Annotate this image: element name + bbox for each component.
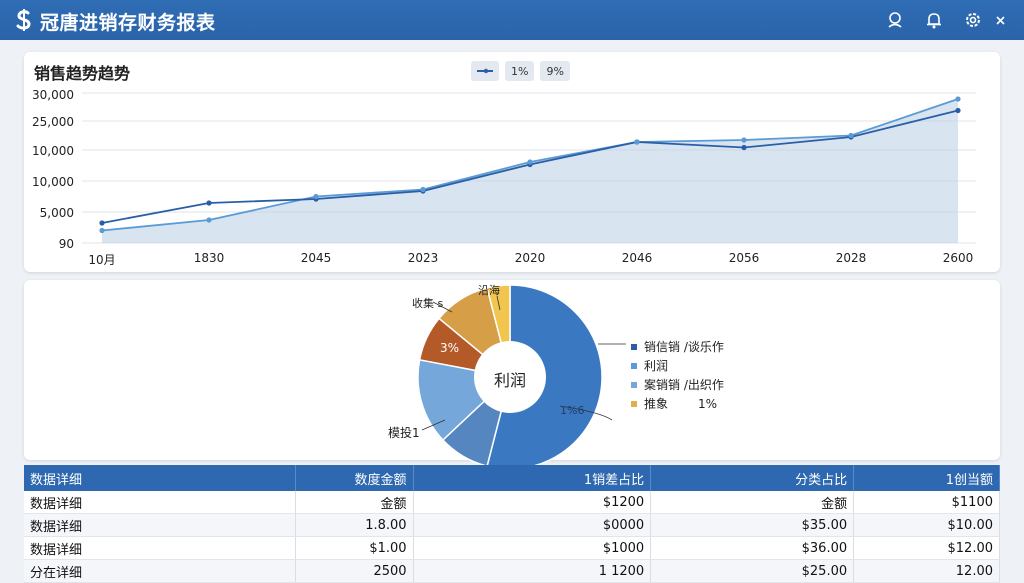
table-row[interactable]: 分在详细 2500 1 1200 $25.00 12.00 <box>24 559 1000 583</box>
legend-swatch <box>631 381 637 388</box>
table-cell: 数据详细 <box>24 513 297 537</box>
pie-legend-label: 案销销 /出织作 <box>644 378 724 392</box>
table-header-row: 数据详细 数度金额 1销差占比 分类占比 1创当额 <box>24 465 1000 491</box>
slice-label: 收集 s <box>412 296 443 310</box>
slice-label: 沿海 <box>478 283 500 297</box>
table-cell: $0000 <box>413 513 652 537</box>
column-header[interactable]: 数度金额 <box>295 465 414 491</box>
table-cell: $1.00 <box>295 536 414 560</box>
legend-swatch <box>631 343 637 350</box>
pie-legend-item[interactable]: 推象 1% <box>631 395 717 412</box>
table-cell: 1 1200 <box>413 559 652 583</box>
table-cell: $36.00 <box>650 536 855 560</box>
table-cell: $1000 <box>413 536 652 560</box>
table-cell: 分在详细 <box>24 559 297 583</box>
table-cell: $1200 <box>413 491 652 514</box>
pie-legend-label: 利润 <box>644 359 669 373</box>
table-row[interactable]: 数据详细 $1.00 $1000 $36.00 $12.00 <box>24 536 1000 560</box>
table-cell: $10.00 <box>853 513 1000 537</box>
pie-legend-label: 推象 <box>644 397 669 411</box>
pie-legend-item[interactable]: 案销销 /出织作 <box>631 376 724 393</box>
legend-swatch <box>631 362 637 369</box>
data-table: 数据详细 数度金额 1销差占比 分类占比 1创当额 数据详细 金额 $1200 … <box>24 465 1000 583</box>
table-cell: 金额 <box>650 491 855 514</box>
pie-center-label: 利润 <box>494 371 526 390</box>
column-header[interactable]: 1销差占比 <box>413 465 652 491</box>
column-header[interactable]: 数据详细 <box>24 465 297 491</box>
slice-label: 模投1 <box>388 425 420 440</box>
table-cell: 2500 <box>295 559 414 583</box>
table-cell: 数据详细 <box>24 536 297 560</box>
pie-legend-value: 1% <box>698 396 718 411</box>
slice-label: 3% <box>440 341 459 355</box>
legend-swatch <box>631 400 637 407</box>
table-cell: 金额 <box>295 491 414 514</box>
pie-legend-item[interactable]: 销信销 /谈乐作 <box>631 338 724 355</box>
table-cell: $12.00 <box>853 536 1000 560</box>
column-header[interactable]: 1创当额 <box>853 465 1000 491</box>
table-cell: 数据详细 <box>24 491 297 514</box>
column-header[interactable]: 分类占比 <box>650 465 855 491</box>
pie-legend-item[interactable]: 利润 <box>631 357 668 374</box>
table-cell: 12.00 <box>853 559 1000 583</box>
slice-label: 1%6 <box>560 404 584 417</box>
table-cell: $1100 <box>853 491 1000 514</box>
table-cell: $25.00 <box>650 559 855 583</box>
profit-pie-chart: 利润 1%6 模投1 3% 收集 s 沿海 <box>388 283 626 465</box>
table-row[interactable]: 数据详细 金额 $1200 金额 $1100 <box>24 491 1000 514</box>
table-cell: 1.8.00 <box>295 513 414 537</box>
pie-legend-label: 销信销 /谈乐作 <box>644 340 724 354</box>
table-row[interactable]: 数据详细 1.8.00 $0000 $35.00 $10.00 <box>24 513 1000 537</box>
table-cell: $35.00 <box>650 513 855 537</box>
